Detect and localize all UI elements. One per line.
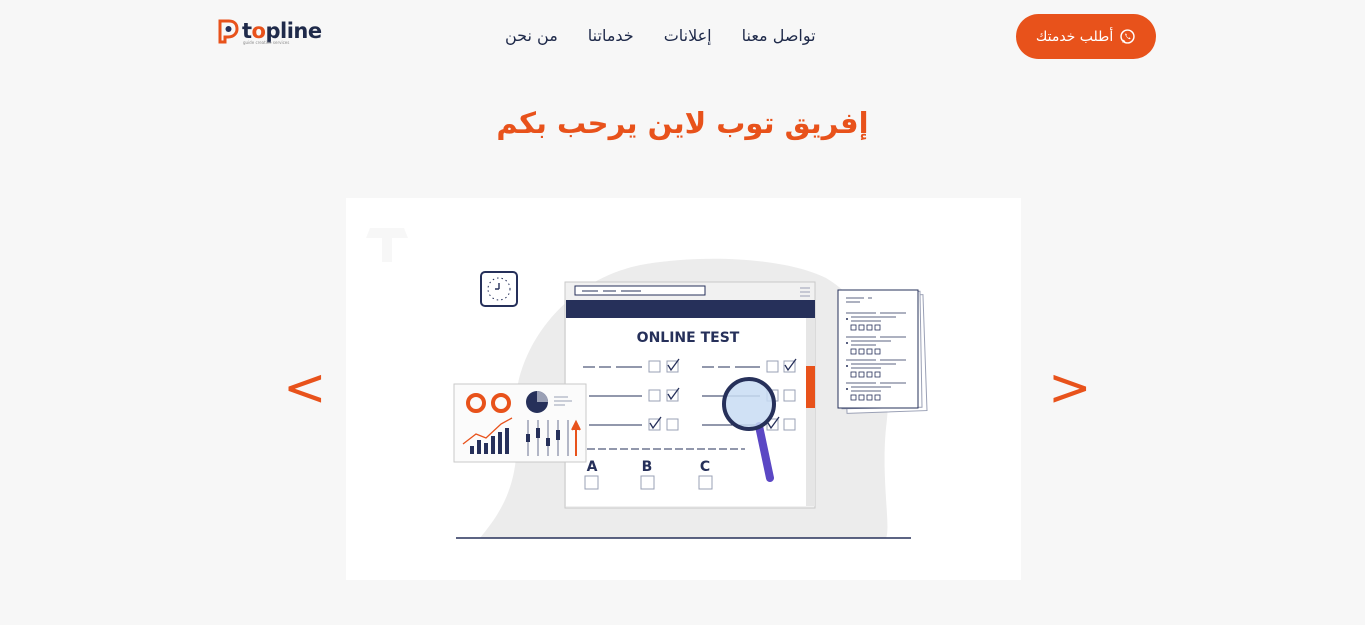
brand-logo[interactable]: topline guide creative services xyxy=(216,18,322,45)
nav-item-ads[interactable]: إعلانات xyxy=(664,22,712,50)
test-window: ONLINE TEST A B C xyxy=(564,281,816,509)
svg-text:ONLINE TEST: ONLINE TEST xyxy=(637,330,740,346)
logo-mark-icon xyxy=(218,19,239,44)
slider-next-button[interactable]: > xyxy=(1048,362,1092,414)
order-service-button[interactable]: أطلب خدمتك xyxy=(1016,14,1156,59)
main-nav: من نحن خدماتنا إعلانات تواصل معنا xyxy=(505,22,816,50)
nav-item-services[interactable]: خدماتنا xyxy=(588,22,634,50)
whatsapp-icon xyxy=(1120,29,1135,44)
svg-text:A: A xyxy=(587,459,598,475)
analytics-card xyxy=(453,383,587,463)
slider-prev-button[interactable]: < xyxy=(283,362,327,414)
brand-tagline: guide creative services xyxy=(243,40,290,45)
test-papers-stack xyxy=(837,289,928,414)
svg-text:B: B xyxy=(642,459,653,475)
brand-name: topline xyxy=(242,18,322,43)
nav-item-contact[interactable]: تواصل معنا xyxy=(742,22,816,50)
hero-slide-image: ONLINE TEST A B C xyxy=(346,198,1021,580)
order-service-label: أطلب خدمتك xyxy=(1035,28,1114,45)
nav-item-about[interactable]: من نحن xyxy=(505,22,558,50)
svg-text:C: C xyxy=(700,459,710,475)
page-title: إفريق توب لاين يرحب بكم xyxy=(496,106,869,140)
watermark-icon xyxy=(366,228,408,262)
scrollbar-thumb xyxy=(806,366,815,408)
online-test-illustration: ONLINE TEST A B C xyxy=(366,228,928,539)
clock-icon xyxy=(480,271,518,307)
